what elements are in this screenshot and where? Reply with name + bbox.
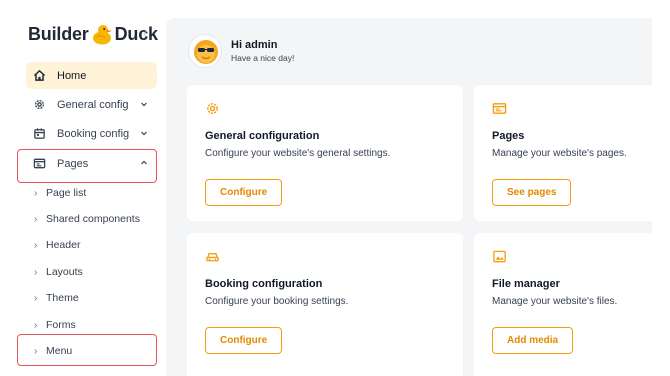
- submenu-item-label: Header: [46, 239, 81, 251]
- card-description: Manage your website's pages.: [492, 148, 627, 159]
- image-icon: [492, 249, 507, 264]
- pages-icon: [492, 101, 507, 116]
- home-icon: [32, 69, 46, 83]
- chevron-right-icon: ›: [34, 319, 38, 331]
- sidebar-item-label: General config: [57, 98, 129, 111]
- submenu-item-header[interactable]: › Header: [34, 239, 80, 251]
- brand-name-part1: Builder: [28, 23, 89, 44]
- avatar[interactable]: [188, 34, 222, 68]
- submenu-item-menu[interactable]: › Menu: [34, 345, 72, 357]
- chevron-right-icon: ›: [34, 239, 38, 251]
- brand-logo[interactable]: Builder Duck: [28, 20, 158, 48]
- submenu-item-label: Page list: [46, 187, 87, 199]
- main-content: Hi admin Have a nice day! General config…: [166, 18, 652, 376]
- brand-name-part2: Duck: [114, 23, 158, 44]
- chevron-right-icon: ›: [34, 187, 38, 199]
- see-pages-button[interactable]: See pages: [492, 179, 572, 206]
- submenu-item-layouts[interactable]: › Layouts: [34, 266, 83, 278]
- car-icon: [205, 249, 220, 264]
- card-description: Manage your website's files.: [492, 296, 618, 307]
- submenu-item-theme[interactable]: › Theme: [34, 292, 79, 304]
- chevron-right-icon: ›: [34, 213, 38, 225]
- sidebar-item-booking-config[interactable]: Booking config: [26, 120, 157, 147]
- sidebar-item-home[interactable]: Home: [26, 62, 157, 89]
- sidebar-item-label: Booking config: [57, 127, 130, 140]
- chevron-right-icon: ›: [34, 266, 38, 278]
- sidebar-item-label: Home: [57, 69, 87, 82]
- chevron-right-icon: ›: [34, 292, 38, 304]
- card-booking-configuration: Booking configuration Configure your boo…: [187, 233, 463, 376]
- chevron-down-icon: [141, 102, 147, 107]
- gear-icon: [32, 98, 46, 112]
- submenu-item-label: Layouts: [46, 266, 83, 278]
- chevron-up-icon: [141, 160, 147, 165]
- card-title: File manager: [492, 278, 560, 290]
- pages-icon: [32, 157, 46, 171]
- user-greeting: Hi admin Have a nice day!: [188, 34, 294, 68]
- sidebar-item-label: Pages: [57, 157, 89, 170]
- add-media-button[interactable]: Add media: [492, 327, 574, 354]
- chevron-right-icon: ›: [34, 345, 38, 357]
- collapse-sidebar-button[interactable]: ‹: [143, 26, 147, 40]
- card-general-configuration: General configuration Configure your web…: [187, 85, 463, 221]
- card-description: Configure your booking settings.: [205, 296, 349, 307]
- sidebar: Builder Duck ‹ Home General config Booki…: [0, 0, 166, 376]
- submenu-item-label: Shared components: [46, 213, 140, 225]
- gear-icon: [205, 101, 220, 116]
- card-pages: Pages Manage your website's pages. See p…: [474, 85, 652, 221]
- submenu-item-label: Theme: [46, 292, 79, 304]
- greeting-subtitle: Have a nice day!: [231, 53, 295, 63]
- configure-general-button[interactable]: Configure: [205, 179, 283, 206]
- calendar-icon: [32, 127, 46, 141]
- greeting-title: Hi admin: [231, 39, 278, 51]
- card-title: General configuration: [205, 130, 320, 142]
- configure-booking-button[interactable]: Configure: [205, 327, 283, 354]
- chevron-down-icon: [141, 131, 147, 136]
- sidebar-item-general-config[interactable]: General config: [26, 91, 157, 118]
- sidebar-item-pages[interactable]: Pages: [26, 150, 157, 177]
- duck-icon: [90, 22, 114, 46]
- card-title: Booking configuration: [205, 278, 323, 290]
- submenu-item-label: Forms: [46, 319, 76, 331]
- submenu-item-page-list[interactable]: › Page list: [34, 187, 86, 199]
- submenu-item-label: Menu: [46, 345, 73, 357]
- card-description: Configure your website's general setting…: [205, 148, 391, 159]
- card-title: Pages: [492, 130, 525, 142]
- card-file-manager: File manager Manage your website's files…: [474, 233, 652, 376]
- submenu-item-forms[interactable]: › Forms: [34, 319, 76, 331]
- submenu-item-shared-components[interactable]: › Shared components: [34, 213, 140, 225]
